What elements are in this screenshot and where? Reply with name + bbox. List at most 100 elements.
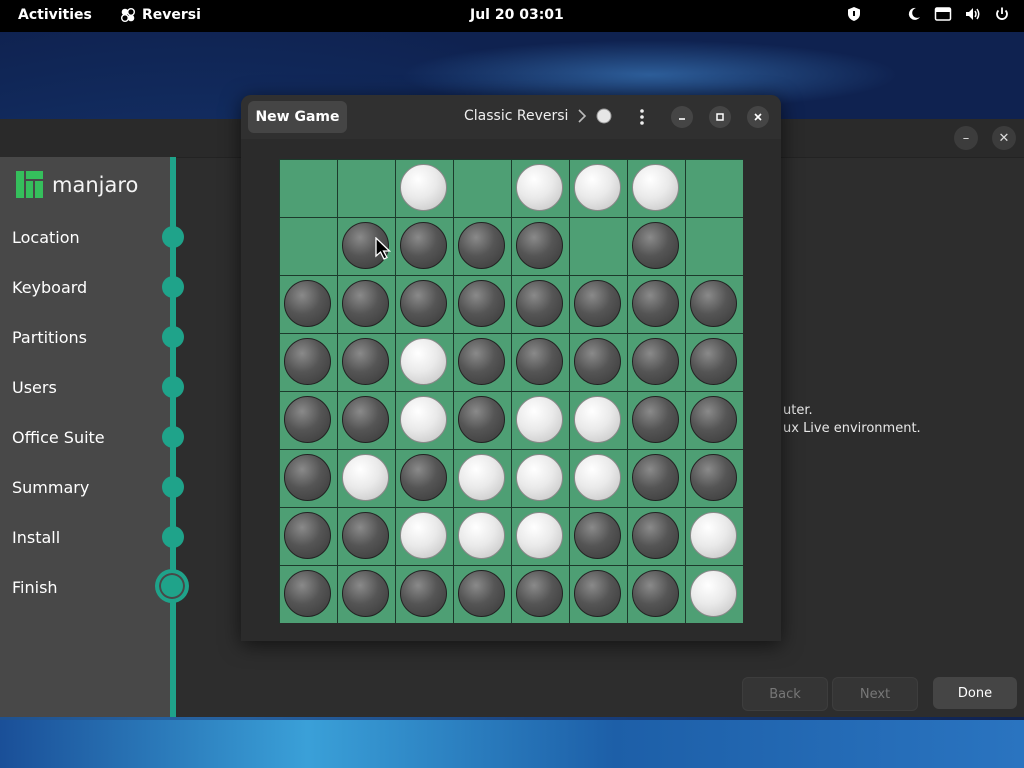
- dark-disc: [284, 570, 331, 617]
- board-cell[interactable]: [396, 508, 453, 565]
- board-cell[interactable]: [570, 218, 627, 275]
- board-cell[interactable]: [512, 566, 569, 623]
- board-cell[interactable]: [280, 334, 337, 391]
- board-cell[interactable]: [454, 508, 511, 565]
- board-cell[interactable]: [338, 276, 395, 333]
- board-cell[interactable]: [512, 392, 569, 449]
- game-title: Classic Reversi: [464, 108, 612, 124]
- board-cell[interactable]: [280, 392, 337, 449]
- step-summary: Summary: [12, 478, 90, 497]
- board-cell[interactable]: [396, 160, 453, 217]
- board-cell[interactable]: [280, 508, 337, 565]
- board-cell[interactable]: [686, 566, 743, 623]
- board-cell[interactable]: [686, 218, 743, 275]
- board-cell[interactable]: [686, 160, 743, 217]
- menu-button[interactable]: [631, 106, 653, 128]
- board-cell[interactable]: [628, 566, 685, 623]
- light-disc: [632, 164, 679, 211]
- back-button[interactable]: Back: [742, 677, 828, 711]
- board-cell[interactable]: [280, 218, 337, 275]
- board-cell[interactable]: [686, 508, 743, 565]
- board-cell[interactable]: [396, 276, 453, 333]
- new-game-button[interactable]: New Game: [248, 101, 347, 133]
- board-cell[interactable]: [454, 218, 511, 275]
- shield-icon[interactable]: [846, 6, 862, 22]
- step-users: Users: [12, 378, 57, 397]
- board-cell[interactable]: [512, 276, 569, 333]
- dark-disc: [632, 338, 679, 385]
- done-button[interactable]: Done: [933, 677, 1017, 709]
- board-cell[interactable]: [396, 392, 453, 449]
- light-disc: [574, 164, 621, 211]
- board-cell[interactable]: [454, 160, 511, 217]
- board-cell[interactable]: [280, 276, 337, 333]
- board-cell[interactable]: [338, 450, 395, 507]
- board-cell[interactable]: [454, 276, 511, 333]
- system-tray[interactable]: [846, 6, 1010, 22]
- board-cell[interactable]: [396, 218, 453, 275]
- board-cell[interactable]: [570, 160, 627, 217]
- board-cell[interactable]: [454, 334, 511, 391]
- board-cell[interactable]: [570, 334, 627, 391]
- light-disc: [400, 338, 447, 385]
- board-cell[interactable]: [280, 566, 337, 623]
- board-cell[interactable]: [338, 334, 395, 391]
- board-cell[interactable]: [396, 566, 453, 623]
- board-cell[interactable]: [628, 160, 685, 217]
- board-cell[interactable]: [628, 450, 685, 507]
- board-cell[interactable]: [338, 392, 395, 449]
- board-cell[interactable]: [570, 566, 627, 623]
- screen-keyboard-icon[interactable]: [934, 6, 952, 22]
- board-cell[interactable]: [338, 508, 395, 565]
- board-cell[interactable]: [280, 160, 337, 217]
- close-button[interactable]: ✕: [992, 126, 1016, 150]
- board-cell[interactable]: [454, 450, 511, 507]
- board-cell[interactable]: [628, 508, 685, 565]
- game-board[interactable]: [279, 159, 743, 623]
- close-button[interactable]: [747, 106, 769, 128]
- step-location: Location: [12, 228, 80, 247]
- board-cell[interactable]: [396, 450, 453, 507]
- volume-icon[interactable]: [964, 6, 982, 22]
- board-cell[interactable]: [570, 450, 627, 507]
- board-cell[interactable]: [512, 160, 569, 217]
- power-icon[interactable]: [994, 6, 1010, 22]
- step-dot: [162, 226, 184, 248]
- board-cell[interactable]: [628, 276, 685, 333]
- minimize-icon: –: [962, 130, 970, 146]
- clock[interactable]: Jul 20 03:01: [470, 7, 564, 23]
- board-cell[interactable]: [628, 334, 685, 391]
- board-cell[interactable]: [512, 450, 569, 507]
- board-cell[interactable]: [570, 276, 627, 333]
- next-button[interactable]: Next: [832, 677, 918, 711]
- activities-button[interactable]: Activities: [18, 7, 92, 23]
- step-dot: [162, 326, 184, 348]
- app-menu-button[interactable]: Reversi: [120, 7, 201, 23]
- board-cell[interactable]: [686, 276, 743, 333]
- night-light-icon[interactable]: [906, 6, 922, 22]
- minimize-button[interactable]: –: [954, 126, 978, 150]
- reversi-window: New Game Classic Reversi: [241, 95, 781, 641]
- board-cell[interactable]: [454, 392, 511, 449]
- board-cell[interactable]: [686, 392, 743, 449]
- board-cell[interactable]: [628, 392, 685, 449]
- board-cell[interactable]: [512, 334, 569, 391]
- board-cell[interactable]: [512, 508, 569, 565]
- board-cell[interactable]: [338, 160, 395, 217]
- dark-disc: [458, 396, 505, 443]
- board-cell[interactable]: [628, 218, 685, 275]
- board-cell[interactable]: [280, 450, 337, 507]
- board-cell[interactable]: [570, 508, 627, 565]
- board-cell[interactable]: [686, 334, 743, 391]
- board-cell[interactable]: [454, 566, 511, 623]
- close-icon: ✕: [998, 130, 1010, 146]
- board-cell[interactable]: [512, 218, 569, 275]
- light-disc: [574, 454, 621, 501]
- board-cell[interactable]: [396, 334, 453, 391]
- reversi-headerbar: New Game Classic Reversi: [241, 95, 781, 139]
- minimize-button[interactable]: [671, 106, 693, 128]
- board-cell[interactable]: [686, 450, 743, 507]
- board-cell[interactable]: [338, 566, 395, 623]
- board-cell[interactable]: [570, 392, 627, 449]
- maximize-button[interactable]: [709, 106, 731, 128]
